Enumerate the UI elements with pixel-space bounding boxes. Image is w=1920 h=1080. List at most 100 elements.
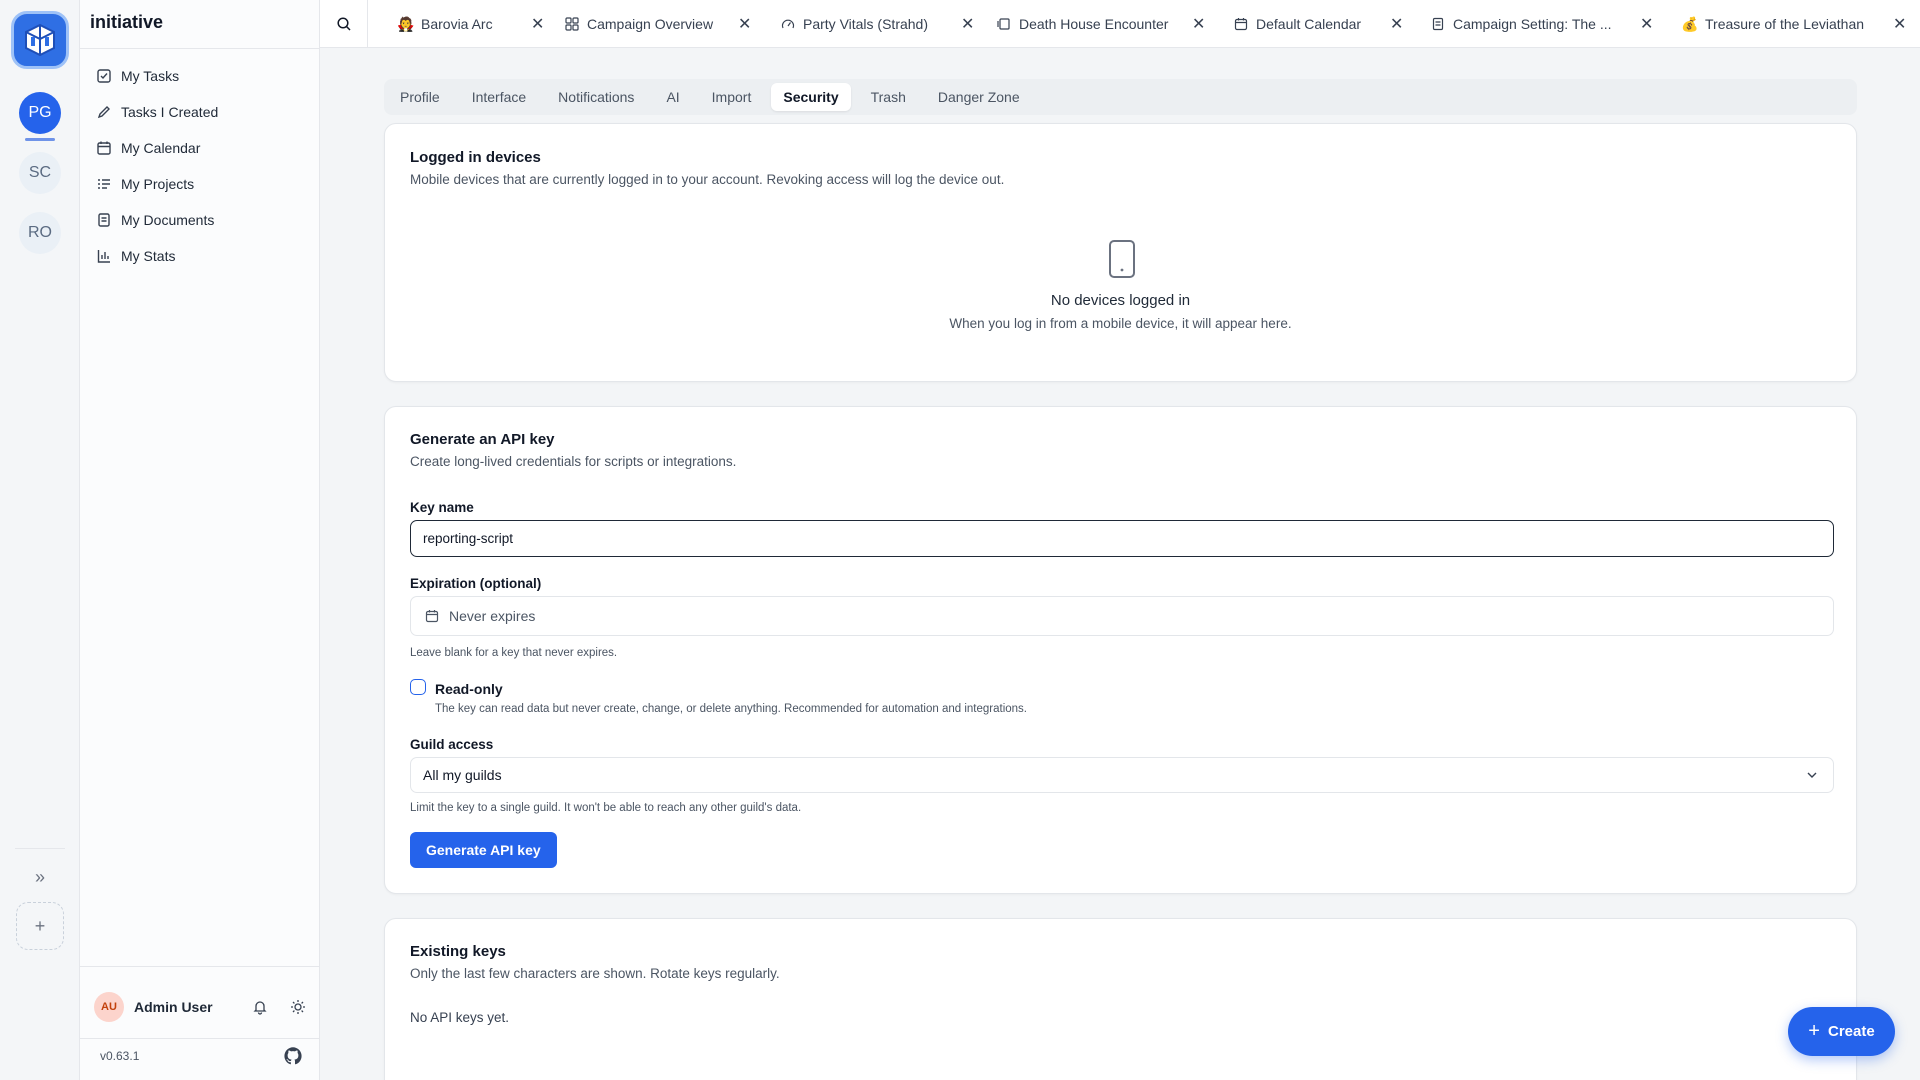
user-name: Admin User xyxy=(134,999,213,1015)
card-description: Mobile devices that are currently logged… xyxy=(410,172,1005,187)
search-button[interactable] xyxy=(320,0,368,48)
sidebar-item-my-calendar[interactable]: My Calendar xyxy=(90,130,310,166)
active-guild-indicator xyxy=(25,138,55,141)
close-icon[interactable]: ✕ xyxy=(738,14,751,34)
document-icon xyxy=(1430,16,1446,32)
empty-state-description: When you log in from a mobile device, it… xyxy=(949,316,1292,331)
user-menu[interactable]: AU Admin User xyxy=(94,992,310,1022)
card-title: Generate an API key xyxy=(410,431,555,448)
create-button[interactable]: + Create xyxy=(1788,1007,1895,1056)
tab-treasure-of-the-leviathan[interactable]: 💰 Treasure of the Leviathan ✕ xyxy=(1681,0,1920,48)
add-guild-button[interactable]: + xyxy=(16,902,64,950)
tab-campaign-setting[interactable]: Campaign Setting: The ... ✕ xyxy=(1430,0,1670,48)
sidebar-item-label: My Stats xyxy=(121,248,176,264)
create-label: Create xyxy=(1827,1023,1875,1040)
tab-interface[interactable]: Interface xyxy=(460,83,538,111)
pencil-icon xyxy=(97,106,110,119)
calendar-icon xyxy=(1233,16,1249,32)
tab-death-house-encounter[interactable]: Death House Encounter ✕ xyxy=(996,0,1236,48)
sidebar-item-my-projects[interactable]: My Projects xyxy=(90,166,310,202)
sidebar-item-tasks-i-created[interactable]: Tasks I Created xyxy=(90,94,310,130)
card-title: Logged in devices xyxy=(410,149,541,166)
expiration-hint: Leave blank for a key that never expires… xyxy=(410,647,618,659)
readonly-label[interactable]: Read-only xyxy=(435,681,503,697)
close-icon[interactable]: ✕ xyxy=(961,14,974,34)
expiration-date-picker[interactable]: Never expires xyxy=(410,596,1834,636)
plus-icon: + xyxy=(1808,1020,1820,1042)
key-name-input[interactable] xyxy=(410,520,1834,557)
readonly-hint: The key can read data but never create, … xyxy=(435,703,1027,715)
tab-notifications[interactable]: Notifications xyxy=(546,83,646,111)
search-icon xyxy=(336,17,351,31)
sidebar-item-my-documents[interactable]: My Documents xyxy=(90,202,310,238)
close-icon[interactable]: ✕ xyxy=(1390,14,1403,34)
money-bag-icon: 💰 xyxy=(1681,15,1699,32)
list-icon xyxy=(98,179,110,189)
check-square-icon xyxy=(97,69,111,83)
rail-divider xyxy=(15,848,65,849)
sidebar-divider xyxy=(80,1038,320,1039)
no-keys-message: No API keys yet. xyxy=(410,1010,510,1025)
card-title: Existing keys xyxy=(410,943,506,960)
grid-icon xyxy=(564,16,580,32)
chevron-down-icon xyxy=(1807,772,1817,778)
sidebar-item-label: My Documents xyxy=(121,212,215,228)
guild-access-hint: Limit the key to a single guild. It won'… xyxy=(410,802,802,814)
panels-icon xyxy=(996,16,1012,32)
guild-access-value: All my guilds xyxy=(423,767,502,783)
settings-main: Profile Interface Notifications AI Impor… xyxy=(321,49,1920,1080)
vampire-icon: 🧛 xyxy=(397,15,415,32)
guild-access-label: Guild access xyxy=(410,737,494,752)
tab-campaign-overview[interactable]: Campaign Overview ✕ xyxy=(564,0,764,48)
sidebar-item-my-tasks[interactable]: My Tasks xyxy=(90,58,310,94)
notifications-button[interactable] xyxy=(248,995,272,1019)
logged-in-devices-card: Logged in devices Mobile devices that ar… xyxy=(384,123,1857,382)
sidebar-item-label: Tasks I Created xyxy=(121,104,219,120)
close-icon[interactable]: ✕ xyxy=(1192,14,1205,34)
avatar[interactable]: AU xyxy=(94,992,124,1022)
plus-icon: + xyxy=(34,915,46,936)
expand-sidebar-button[interactable]: » xyxy=(16,853,64,901)
sidebar-item-label: My Tasks xyxy=(121,68,180,84)
close-icon[interactable]: ✕ xyxy=(1640,14,1653,34)
tab-import[interactable]: Import xyxy=(700,83,764,111)
guild-sc[interactable]: SC xyxy=(19,152,61,194)
existing-keys-card: Existing keys Only the last few characte… xyxy=(384,918,1857,1080)
sidebar-item-label: My Projects xyxy=(121,176,195,192)
guild-access-select[interactable]: All my guilds xyxy=(410,757,1834,793)
key-name-label: Key name xyxy=(410,500,474,515)
calendar-icon xyxy=(97,141,111,155)
document-tab-bar: 🧛 Barovia Arc ✕ Campaign Overview ✕ Part… xyxy=(320,0,1920,48)
guild-ro[interactable]: RO xyxy=(19,212,61,254)
bar-chart-icon xyxy=(97,250,110,263)
github-icon[interactable] xyxy=(283,1046,303,1066)
readonly-checkbox[interactable] xyxy=(410,679,426,695)
document-icon xyxy=(98,213,110,227)
tab-profile[interactable]: Profile xyxy=(388,83,452,111)
app-logo[interactable] xyxy=(11,11,69,69)
expiration-placeholder: Never expires xyxy=(449,608,536,624)
tab-security[interactable]: Security xyxy=(771,83,851,111)
sidebar-item-my-stats[interactable]: My Stats xyxy=(90,238,310,274)
sidebar: initiative My Tasks Tasks I Created My C… xyxy=(80,0,320,1080)
bell-icon xyxy=(253,1001,267,1015)
tab-ai[interactable]: AI xyxy=(654,83,691,111)
guild-rail: PG SC RO » + xyxy=(0,0,80,1080)
workspace-name: initiative xyxy=(90,12,164,32)
sidebar-item-label: My Calendar xyxy=(121,140,201,156)
theme-toggle-button[interactable] xyxy=(286,995,310,1019)
card-description: Create long-lived credentials for script… xyxy=(410,454,737,469)
close-icon[interactable]: ✕ xyxy=(1893,14,1906,34)
tab-trash[interactable]: Trash xyxy=(859,83,918,111)
generate-api-key-card: Generate an API key Create long-lived cr… xyxy=(384,406,1857,894)
tab-party-vitals[interactable]: Party Vitals (Strahd) ✕ xyxy=(780,0,1010,48)
close-icon[interactable]: ✕ xyxy=(531,14,544,34)
tab-danger-zone[interactable]: Danger Zone xyxy=(926,83,1032,111)
generate-api-key-button[interactable]: Generate API key xyxy=(410,832,557,868)
card-description: Only the last few characters are shown. … xyxy=(410,966,780,981)
tab-default-calendar[interactable]: Default Calendar ✕ xyxy=(1233,0,1453,48)
calendar-icon xyxy=(425,610,439,623)
chevrons-right-icon: » xyxy=(34,866,45,887)
guild-pg[interactable]: PG xyxy=(19,92,61,134)
gauge-icon xyxy=(780,16,796,32)
